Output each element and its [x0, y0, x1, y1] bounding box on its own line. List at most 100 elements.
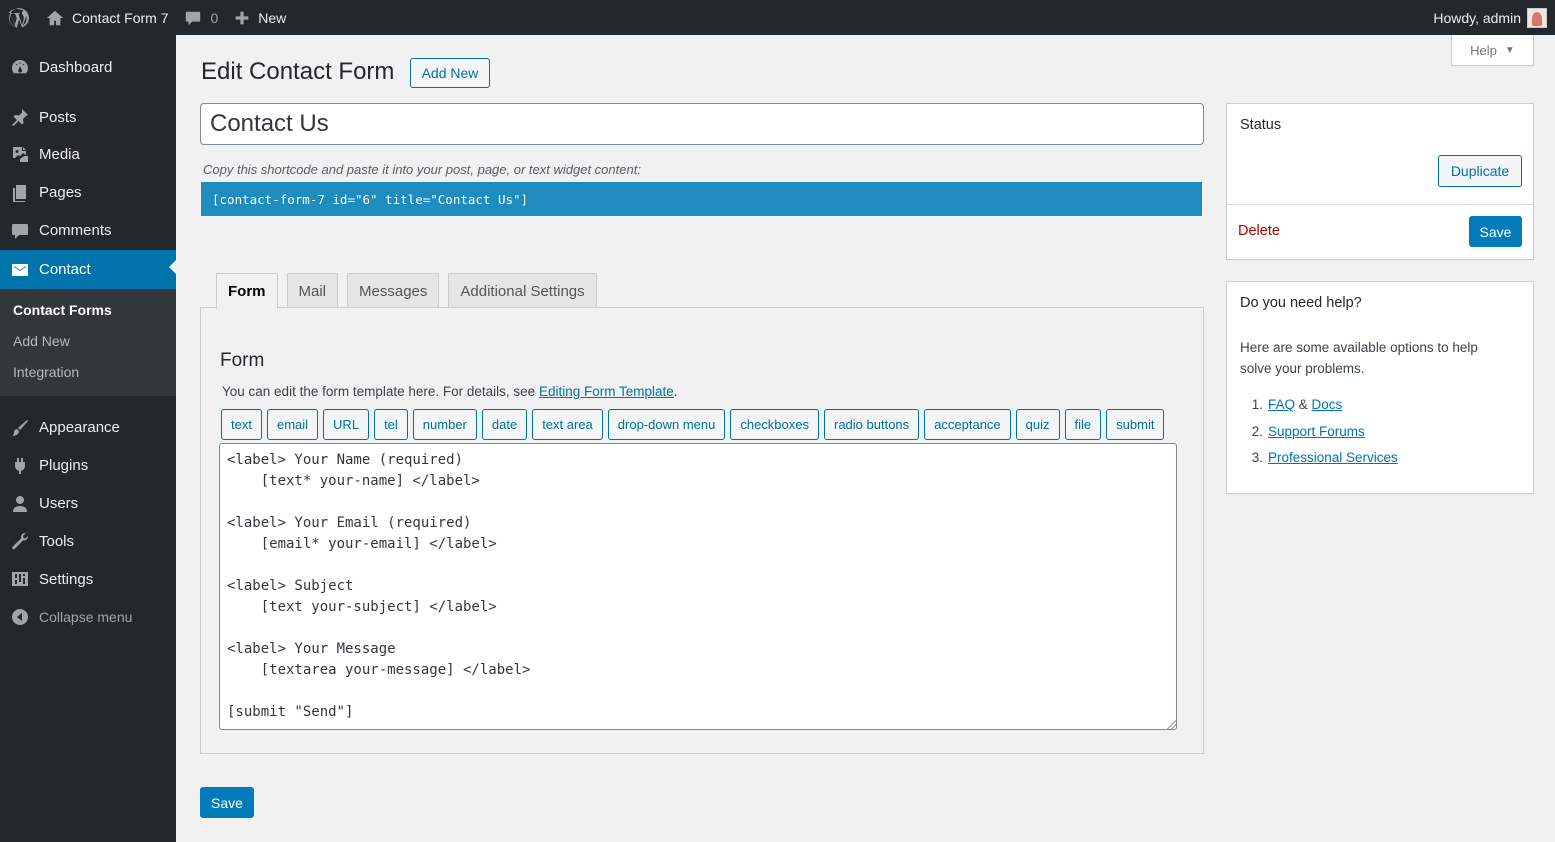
delete-link[interactable]: Delete: [1238, 223, 1280, 239]
pin-icon: [10, 107, 30, 127]
status-box-title: Status: [1240, 117, 1282, 133]
menu-label: Users: [39, 495, 79, 512]
menu-posts[interactable]: Posts: [0, 100, 176, 134]
save-button-status[interactable]: Save: [1469, 216, 1522, 247]
settings-icon: [10, 569, 30, 589]
submenu-integration[interactable]: Integration: [0, 357, 176, 388]
tag-button-radio[interactable]: radio buttons: [824, 409, 920, 440]
media-icon: [10, 144, 30, 164]
pages-icon: [10, 183, 30, 203]
list-item: 2. Support Forums: [1240, 419, 1398, 446]
form-template-textarea[interactable]: <label> Your Name (required) [text* your…: [219, 443, 1177, 730]
tag-button-url[interactable]: URL: [323, 409, 370, 440]
menu-comments[interactable]: Comments: [0, 211, 176, 250]
tab-form[interactable]: Form: [216, 273, 278, 309]
admin-sidebar: Dashboard Posts Media Pages Comments Con…: [0, 35, 176, 842]
tab-messages[interactable]: Messages: [347, 273, 440, 308]
editing-form-template-link[interactable]: Editing Form Template: [539, 384, 674, 399]
tab-additional-settings[interactable]: Additional Settings: [448, 273, 597, 308]
tag-button-date[interactable]: date: [481, 409, 528, 440]
editor-tabs: Form Mail Messages Additional Settings: [216, 273, 606, 309]
faq-link[interactable]: FAQ: [1268, 392, 1295, 419]
wrench-icon: [10, 531, 30, 551]
status-divider: [1227, 204, 1533, 205]
mail-icon: [10, 260, 30, 280]
comments-icon: [10, 221, 30, 241]
comment-bubble-icon: [184, 9, 202, 27]
textarea-resize-handle[interactable]: [1166, 719, 1176, 729]
admin-bar: Contact Form 7 0 New Howdy, admin: [0, 0, 1555, 35]
plugin-icon: [10, 456, 30, 476]
help-box-title: Do you need help?: [1240, 295, 1362, 311]
tag-button-dropdown[interactable]: drop-down menu: [607, 409, 726, 440]
tag-button-textarea[interactable]: text area: [532, 409, 603, 440]
save-button-bottom[interactable]: Save: [200, 787, 254, 818]
new-content-link[interactable]: New: [226, 0, 294, 35]
tag-button-checkboxes[interactable]: checkboxes: [730, 409, 819, 440]
tag-button-file[interactable]: file: [1064, 409, 1102, 440]
list-item: 1. FAQ & Docs: [1240, 392, 1398, 419]
docs-link[interactable]: Docs: [1312, 392, 1343, 419]
form-panel-description: You can edit the form template here. For…: [222, 384, 678, 399]
duplicate-button[interactable]: Duplicate: [1438, 155, 1522, 187]
help-box: Do you need help? Here are some availabl…: [1226, 281, 1534, 494]
list-joiner: &: [1295, 397, 1312, 412]
shortcode-field[interactable]: [contact-form-7 id="6" title="Contact Us…: [201, 182, 1202, 216]
menu-dashboard[interactable]: Dashboard: [0, 50, 176, 84]
menu-users[interactable]: Users: [0, 485, 176, 522]
menu-label: Contact: [39, 261, 91, 278]
howdy-text: Howdy, admin: [1433, 9, 1521, 26]
status-box: Status Duplicate Delete Save: [1226, 103, 1534, 260]
page-title: Edit Contact Form: [201, 58, 395, 85]
tag-button-submit[interactable]: submit: [1106, 409, 1165, 440]
help-box-text: Here are some available options to help …: [1240, 340, 1478, 376]
tag-button-tel[interactable]: tel: [374, 409, 408, 440]
menu-pages[interactable]: Pages: [0, 174, 176, 211]
tag-button-number[interactable]: number: [412, 409, 477, 440]
help-tab-button[interactable]: Help ▼: [1451, 35, 1534, 66]
add-new-button[interactable]: Add New: [410, 58, 490, 88]
support-forums-link[interactable]: Support Forums: [1268, 419, 1365, 446]
menu-contact[interactable]: Contact: [0, 250, 176, 289]
menu-plugins[interactable]: Plugins: [0, 446, 176, 485]
submenu-add-new[interactable]: Add New: [0, 326, 176, 357]
menu-label: Media: [39, 145, 80, 163]
menu-media[interactable]: Media: [0, 134, 176, 174]
form-panel-title: Form: [220, 350, 265, 371]
menu-tools[interactable]: Tools: [0, 522, 176, 560]
menu-settings[interactable]: Settings: [0, 560, 176, 598]
menu-label: Tools: [39, 532, 75, 550]
collapse-arrow-icon: [10, 607, 30, 627]
submenu-contact-forms[interactable]: Contact Forms: [0, 295, 176, 326]
tab-mail[interactable]: Mail: [286, 273, 339, 308]
form-title-input[interactable]: [200, 103, 1204, 145]
contact-submenu: Contact Forms Add New Integration: [0, 289, 176, 396]
menu-label: Comments: [39, 222, 112, 239]
new-label: New: [258, 9, 287, 26]
tag-button-quiz[interactable]: quiz: [1015, 409, 1060, 440]
site-home-link[interactable]: Contact Form 7: [38, 0, 176, 35]
plus-icon: [234, 10, 250, 26]
my-account-link[interactable]: Howdy, admin: [1425, 0, 1555, 35]
form-panel: Form You can edit the form template here…: [200, 307, 1204, 754]
list-number: 3.: [1251, 450, 1263, 465]
brush-icon: [10, 418, 30, 438]
menu-appearance[interactable]: Appearance: [0, 409, 176, 446]
shortcode-hint: Copy this shortcode and paste it into yo…: [203, 162, 641, 177]
desc-suffix: .: [673, 384, 678, 399]
tag-button-email[interactable]: email: [266, 409, 319, 440]
help-label: Help: [1470, 42, 1497, 58]
menu-label: Collapse menu: [39, 608, 133, 625]
professional-services-link[interactable]: Professional Services: [1268, 445, 1398, 472]
avatar: [1527, 7, 1547, 28]
wordpress-logo-icon[interactable]: [0, 0, 38, 35]
collapse-menu-button[interactable]: Collapse menu: [0, 598, 176, 635]
caret-down-icon: ▼: [1504, 44, 1515, 56]
list-number: 1.: [1251, 397, 1263, 412]
tag-button-acceptance[interactable]: acceptance: [924, 409, 1011, 440]
tag-button-text[interactable]: text: [221, 409, 262, 440]
menu-label: Pages: [39, 184, 82, 201]
site-name: Contact Form 7: [72, 9, 169, 26]
comments-link[interactable]: 0: [176, 0, 226, 35]
comments-count: 0: [210, 9, 219, 26]
